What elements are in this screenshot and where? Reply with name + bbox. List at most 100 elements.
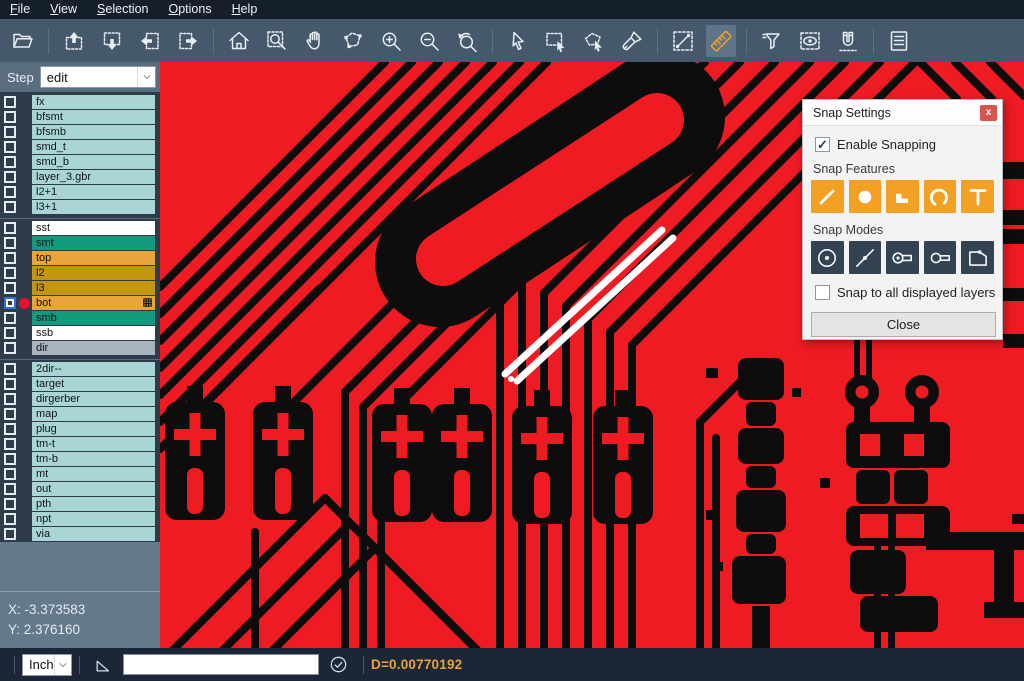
unit-select[interactable]: Inch <box>22 654 72 676</box>
layer-row-bot[interactable]: bot <box>0 296 160 310</box>
layer-checkbox[interactable] <box>4 393 16 405</box>
import-left-button[interactable] <box>135 25 165 57</box>
layer-checkbox[interactable] <box>4 141 16 153</box>
layer-row-target[interactable]: target <box>0 377 160 391</box>
layer-checkbox[interactable] <box>4 201 16 213</box>
menu-item-options[interactable]: Options <box>158 0 221 19</box>
zoom-previous-button[interactable] <box>452 25 482 57</box>
polygon-select-button[interactable] <box>579 25 609 57</box>
snap-feature-pad-button[interactable] <box>849 180 882 213</box>
snap-dialog-titlebar[interactable]: Snap Settings x <box>803 100 1002 126</box>
layer-row-dirgerber[interactable]: dirgerber <box>0 392 160 406</box>
filter-button[interactable] <box>757 25 787 57</box>
layer-checkbox[interactable] <box>4 267 16 279</box>
layer-checkbox[interactable] <box>4 297 16 309</box>
menu-item-file[interactable]: File <box>0 0 40 19</box>
layer-row-ssb[interactable]: ssb <box>0 326 160 340</box>
layer-checkbox[interactable] <box>4 408 16 420</box>
zoom-in-button[interactable] <box>376 25 406 57</box>
layer-row-sst[interactable]: sst <box>0 221 160 235</box>
layer-row-l2+1[interactable]: l2+1 <box>0 185 160 199</box>
snap-mode-center-button[interactable] <box>811 241 844 274</box>
layer-checkbox[interactable] <box>4 111 16 123</box>
highlight-view-button[interactable] <box>795 25 825 57</box>
layer-row-out[interactable]: out <box>0 482 160 496</box>
clean-button[interactable] <box>617 25 647 57</box>
snap-feature-line-button[interactable] <box>811 180 844 213</box>
layer-row-l3+1[interactable]: l3+1 <box>0 200 160 214</box>
layer-row-tm-b[interactable]: tm-b <box>0 452 160 466</box>
layer-checkbox[interactable] <box>4 438 16 450</box>
layer-checkbox[interactable] <box>4 156 16 168</box>
layer-checkbox[interactable] <box>4 312 16 324</box>
report-button[interactable] <box>884 25 914 57</box>
menu-item-selection[interactable]: Selection <box>87 0 158 19</box>
ruler-button[interactable] <box>706 25 736 57</box>
import-up-button[interactable] <box>59 25 89 57</box>
pan-button[interactable] <box>300 25 330 57</box>
layer-checkbox[interactable] <box>4 171 16 183</box>
layer-row-smt[interactable]: smt <box>0 236 160 250</box>
polygon-edit-button[interactable] <box>338 25 368 57</box>
open-folder-button[interactable] <box>8 25 38 57</box>
zoom-out-button[interactable] <box>414 25 444 57</box>
snap-mode-vertex-button[interactable] <box>961 241 994 274</box>
layer-row-smb[interactable]: smb <box>0 311 160 325</box>
angle-corner-icon[interactable] <box>93 655 113 675</box>
menu-item-view[interactable]: View <box>40 0 87 19</box>
layer-checkbox[interactable] <box>4 453 16 465</box>
layer-checkbox[interactable] <box>4 363 16 375</box>
layer-checkbox[interactable] <box>4 222 16 234</box>
layer-row-dir[interactable]: dir <box>0 341 160 355</box>
layer-row-fx[interactable]: fx <box>0 95 160 109</box>
layer-row-bfsmt[interactable]: bfsmt <box>0 110 160 124</box>
layer-checkbox[interactable] <box>4 96 16 108</box>
layer-checkbox[interactable] <box>4 282 16 294</box>
layer-row-via[interactable]: via <box>0 527 160 541</box>
layer-row-smd_b[interactable]: smd_b <box>0 155 160 169</box>
snap-mode-closest-point-button[interactable] <box>849 241 882 274</box>
layer-row-npt[interactable]: npt <box>0 512 160 526</box>
snap-magnet-button[interactable] <box>833 25 863 57</box>
import-down-button[interactable] <box>97 25 127 57</box>
layer-checkbox[interactable] <box>4 327 16 339</box>
layer-row-l3[interactable]: l3 <box>0 281 160 295</box>
snap-mode-key-center-button[interactable] <box>886 241 919 274</box>
snap-feature-arc-button[interactable] <box>924 180 957 213</box>
layer-checkbox[interactable] <box>4 483 16 495</box>
snap-feature-text-button[interactable] <box>961 180 994 213</box>
layer-checkbox[interactable] <box>4 498 16 510</box>
layer-row-smd_t[interactable]: smd_t <box>0 140 160 154</box>
snap-mode-key-edge-button[interactable] <box>924 241 957 274</box>
chevron-down-icon[interactable] <box>137 67 155 87</box>
layer-row-plug[interactable]: plug <box>0 422 160 436</box>
rect-select-button[interactable] <box>541 25 571 57</box>
menu-item-help[interactable]: Help <box>222 0 268 19</box>
layer-row-map[interactable]: map <box>0 407 160 421</box>
layer-checkbox[interactable] <box>4 513 16 525</box>
layer-row-tm-t[interactable]: tm-t <box>0 437 160 451</box>
layer-row-layer_3.gbr[interactable]: layer_3.gbr <box>0 170 160 184</box>
layer-checkbox[interactable] <box>4 252 16 264</box>
chevron-down-icon[interactable] <box>54 655 71 675</box>
layer-row-mt[interactable]: mt <box>0 467 160 481</box>
layer-checkbox[interactable] <box>4 186 16 198</box>
layer-checkbox[interactable] <box>4 468 16 480</box>
layer-row-bfsmb[interactable]: bfsmb <box>0 125 160 139</box>
measure-button[interactable] <box>668 25 698 57</box>
enable-snapping-checkbox[interactable]: ✓ <box>815 137 830 152</box>
command-input[interactable] <box>123 654 319 675</box>
layer-checkbox[interactable] <box>4 342 16 354</box>
layer-row-pth[interactable]: pth <box>0 497 160 511</box>
layer-checkbox[interactable] <box>4 237 16 249</box>
layer-row-l2[interactable]: l2 <box>0 266 160 280</box>
layer-checkbox[interactable] <box>4 423 16 435</box>
home-button[interactable] <box>224 25 254 57</box>
layer-checkbox[interactable] <box>4 378 16 390</box>
close-button[interactable]: Close <box>811 312 996 337</box>
step-select[interactable]: edit <box>40 66 156 88</box>
import-right-button[interactable] <box>173 25 203 57</box>
zoom-area-button[interactable] <box>262 25 292 57</box>
close-icon[interactable]: x <box>980 105 997 121</box>
layer-checkbox[interactable] <box>4 126 16 138</box>
